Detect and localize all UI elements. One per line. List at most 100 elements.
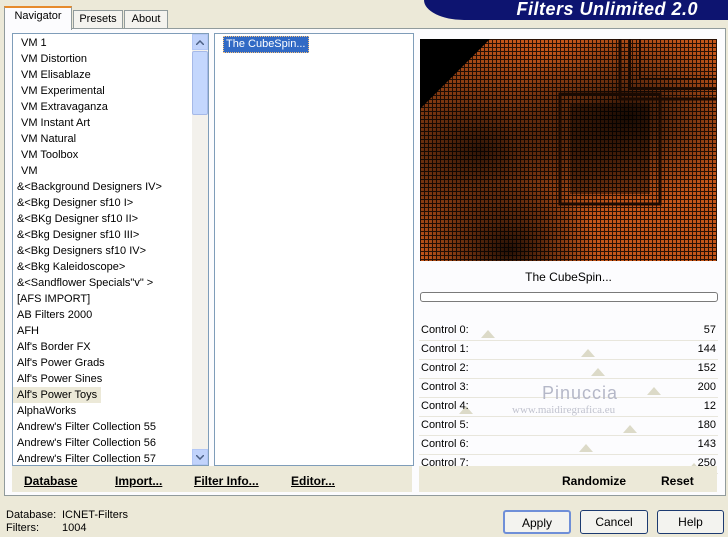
tab-presets[interactable]: Presets [73,10,123,29]
category-label: VM Instant Art [21,117,91,129]
category-item[interactable]: VM Elisablaze [13,67,191,83]
category-list[interactable]: VM 1 VM Distortion VM Elisablaze VM Experim… [12,33,209,466]
category-item[interactable]: &<Bkg Kaleidoscope> [13,259,191,275]
category-label: &<Bkg Designer sf10 I> [17,197,134,209]
banner-title: Filters Unlimited 2.0 [516,0,698,19]
control-row[interactable]: Control 5: 180 [419,417,718,436]
watermark-url: www.maidiregrafica.eu [512,404,616,416]
control-row[interactable]: Control 1: 144 [419,341,718,360]
category-item[interactable]: Alf's Power Toys [13,387,191,403]
category-label: Alf's Power Toys [13,387,102,403]
category-item[interactable]: VM Extravaganza [13,99,191,115]
filter-info-button[interactable]: Filter Info... [194,474,259,488]
control-slider-marker[interactable] [647,387,661,395]
reset-button[interactable]: Reset [661,474,694,488]
import-button[interactable]: Import... [115,474,162,488]
cancel-button[interactable]: Cancel [580,510,648,534]
category-label: AFH [17,325,39,337]
control-value: 143 [697,438,716,450]
control-value: 200 [697,381,716,393]
category-item[interactable]: VM Distortion [13,51,191,67]
category-label: &<BKg Designer sf10 II> [17,213,139,225]
control-slider-marker[interactable] [623,425,637,433]
scroll-down-button[interactable] [192,449,208,465]
category-item[interactable]: &<Bkg Designer sf10 III> [13,227,191,243]
category-item[interactable]: &<BKg Designer sf10 II> [13,211,191,227]
status-db-value: ICNET-Filters [62,509,128,521]
category-label: Alf's Border FX [17,341,91,353]
category-label: Andrew's Filter Collection 55 [17,421,157,433]
category-label: Alf's Power Grads [17,357,105,369]
database-button[interactable]: Database [24,474,77,488]
status-filters-value: 1004 [62,522,87,534]
tab-about[interactable]: About [124,10,168,29]
watermark-name: Pinuccia [542,383,619,403]
category-item[interactable]: &<Background Designers IV> [13,179,191,195]
control-label: Control 2: [421,362,469,374]
category-label: VM Distortion [21,53,88,65]
filter-list[interactable]: The CubeSpin... [214,33,414,466]
right-toolbar: Randomize Reset [419,466,717,492]
apply-button[interactable]: Apply [503,510,571,534]
editor-button[interactable]: Editor... [291,474,335,488]
control-label: Control 5: [421,419,469,431]
category-item[interactable]: VM Experimental [13,83,191,99]
title-banner: Filters Unlimited 2.0 [424,0,728,20]
control-slider-marker[interactable] [581,349,595,357]
category-item[interactable]: &<Sandflower Specials"v" > [13,275,191,291]
status-filters-label: Filters: [6,522,39,534]
category-item[interactable]: &<Bkg Designers sf10 IV> [13,243,191,259]
category-label: VM [21,165,38,177]
preview-image [420,39,717,261]
status-filters: Filters: 1004 [6,522,86,534]
control-value: 57 [703,324,716,336]
category-label: VM Toolbox [21,149,79,161]
category-item[interactable]: VM 1 [13,35,191,51]
control-row[interactable]: Control 0: 57 [419,322,718,341]
category-item[interactable]: AFH [13,323,191,339]
category-label: VM Natural [21,133,77,145]
scroll-thumb[interactable] [192,51,208,115]
category-item[interactable]: AB Filters 2000 [13,307,191,323]
filter-item[interactable]: The CubeSpin... [223,36,309,53]
category-label: Andrew's Filter Collection 57 [17,453,157,465]
chevron-down-icon [196,454,204,460]
category-item[interactable]: Alf's Power Sines [13,371,191,387]
category-label: &<Bkg Designer sf10 III> [17,229,140,241]
category-item[interactable]: [AFS IMPORT] [13,291,191,307]
control-row[interactable]: Control 2: 152 [419,360,718,379]
control-slider-marker[interactable] [591,368,605,376]
left-toolbar: Database Import... Filter Info... Editor… [12,466,412,492]
category-item[interactable]: Andrew's Filter Collection 55 [13,419,191,435]
category-item[interactable]: AlphaWorks [13,403,191,419]
tab-navigator[interactable]: Navigator [4,6,72,30]
category-item[interactable]: Alf's Border FX [13,339,191,355]
control-slider-marker[interactable] [481,330,495,338]
control-label: Control 0: [421,324,469,336]
control-label: Control 1: [421,343,469,355]
randomize-button[interactable]: Randomize [562,474,626,488]
category-label: [AFS IMPORT] [17,293,91,305]
category-item[interactable]: VM [13,163,191,179]
category-item[interactable]: VM Natural [13,131,191,147]
category-label: &<Bkg Designers sf10 IV> [17,245,147,257]
scroll-up-button[interactable] [192,34,208,50]
control-value: 180 [697,419,716,431]
control-slider-marker[interactable] [579,444,593,452]
category-label: &<Sandflower Specials"v" > [17,277,154,289]
control-row[interactable]: Control 6: 143 [419,436,718,455]
category-label: VM 1 [21,37,47,49]
category-item[interactable]: Andrew's Filter Collection 57 [13,451,191,465]
category-label: VM Extravaganza [21,101,108,113]
category-label: Andrew's Filter Collection 56 [17,437,157,449]
category-item[interactable]: &<Bkg Designer sf10 I> [13,195,191,211]
category-item[interactable]: Alf's Power Grads [13,355,191,371]
category-scrollbar[interactable] [192,34,208,465]
category-label: VM Elisablaze [21,69,91,81]
category-item[interactable]: VM Toolbox [13,147,191,163]
progress-bar [420,292,718,302]
category-item[interactable]: Andrew's Filter Collection 56 [13,435,191,451]
category-item[interactable]: VM Instant Art [13,115,191,131]
category-label: AlphaWorks [17,405,77,417]
help-button[interactable]: Help [657,510,724,534]
